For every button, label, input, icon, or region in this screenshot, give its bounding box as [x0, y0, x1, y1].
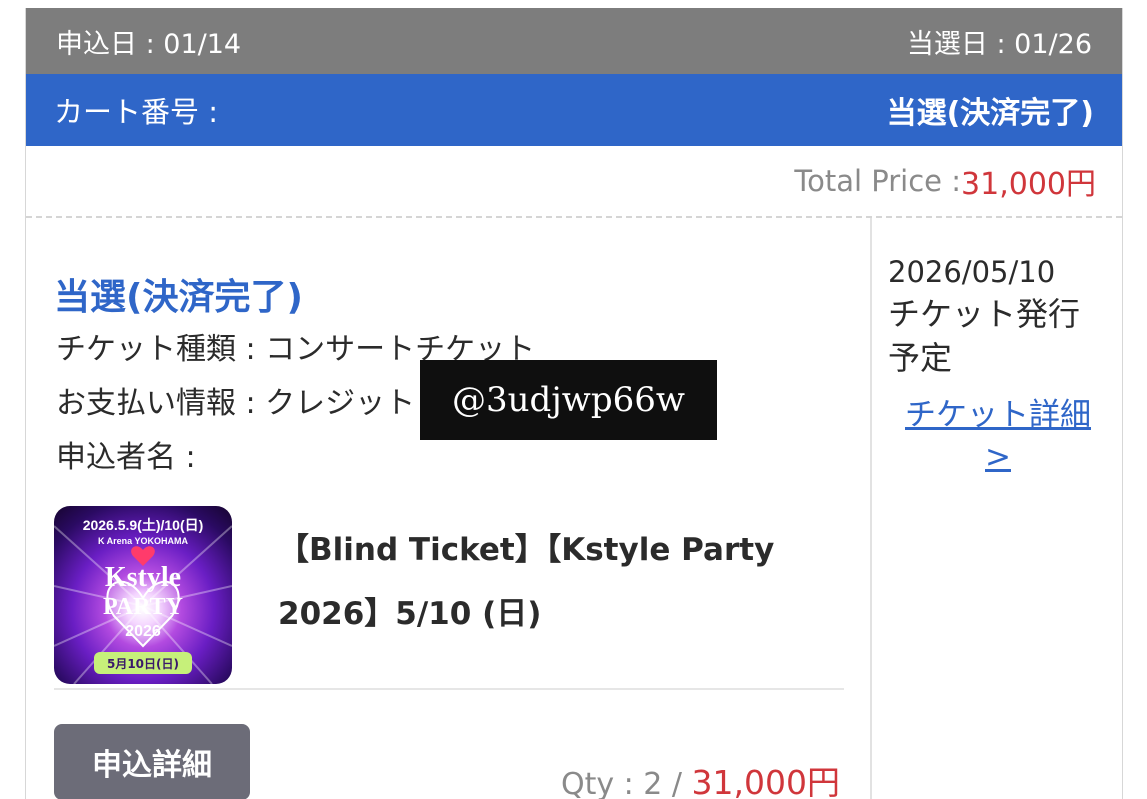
item-divider	[54, 688, 844, 690]
issue-date: 2026/05/10	[888, 255, 1056, 289]
event-thumbnail[interactable]: 2026.5.9(土)/10(日) K Arena YOKOHAMA Kstyl…	[54, 506, 232, 684]
cart-header: カート番号 : 当選(決済完了)	[26, 74, 1122, 146]
total-price-value: 31,000円	[961, 167, 1096, 202]
poster-day-badge: 5月10日(日)	[107, 657, 179, 671]
poster-title: Kstyle	[105, 562, 181, 593]
cart-status: 当選(決済完了)	[886, 96, 1094, 131]
date-header: 申込日 : 01/14 当選日 : 01/26	[26, 8, 1122, 74]
order-status: 当選(決済完了)	[54, 277, 303, 318]
poster-date: 2026.5.9(土)/10(日)	[83, 517, 204, 533]
payment-info: お支払い情報 : クレジット	[56, 386, 416, 421]
applicant-name: 申込者名 :	[56, 440, 196, 475]
quantity-price: Qty : 2 / 31,000円	[561, 756, 840, 799]
result-date: 当選日 : 01/26	[906, 28, 1092, 60]
total-price-row: Total Price : 31,000円	[26, 146, 1122, 218]
poster-year: 2026	[125, 623, 161, 640]
qty-label: Qty : 2 /	[560, 767, 692, 799]
poster-venue: K Arena YOKOHAMA	[98, 536, 189, 546]
event-poster-graphic: 2026.5.9(土)/10(日) K Arena YOKOHAMA Kstyl…	[54, 517, 232, 684]
order-details: 当選(決済完了) チケット種類 : コンサートチケット お支払い情報 : クレジ…	[26, 218, 872, 799]
total-price-label: Total Price :	[794, 164, 962, 198]
issue-schedule: チケット発行予定	[888, 295, 1081, 377]
order-body: 当選(決済完了) チケット種類 : コンサートチケット お支払い情報 : クレジ…	[26, 218, 1122, 799]
ticket-detail-link[interactable]: チケット詳細 >	[898, 394, 1098, 478]
event-title: 【Blind Ticket】【Kstyle Party 2026】5/10 (日…	[278, 532, 775, 632]
poster-party: PARTY	[103, 594, 183, 620]
qty-price: 31,000円	[691, 763, 840, 799]
application-detail-button[interactable]: 申込詳細	[54, 724, 250, 799]
applied-date: 申込日 : 01/14	[56, 28, 242, 60]
cart-number-label: カート番号 :	[54, 95, 218, 129]
issuance-panel: 2026/05/10 チケット発行予定 チケット詳細 >	[872, 218, 1122, 799]
watermark-label: @3udjwp66w	[420, 360, 717, 440]
